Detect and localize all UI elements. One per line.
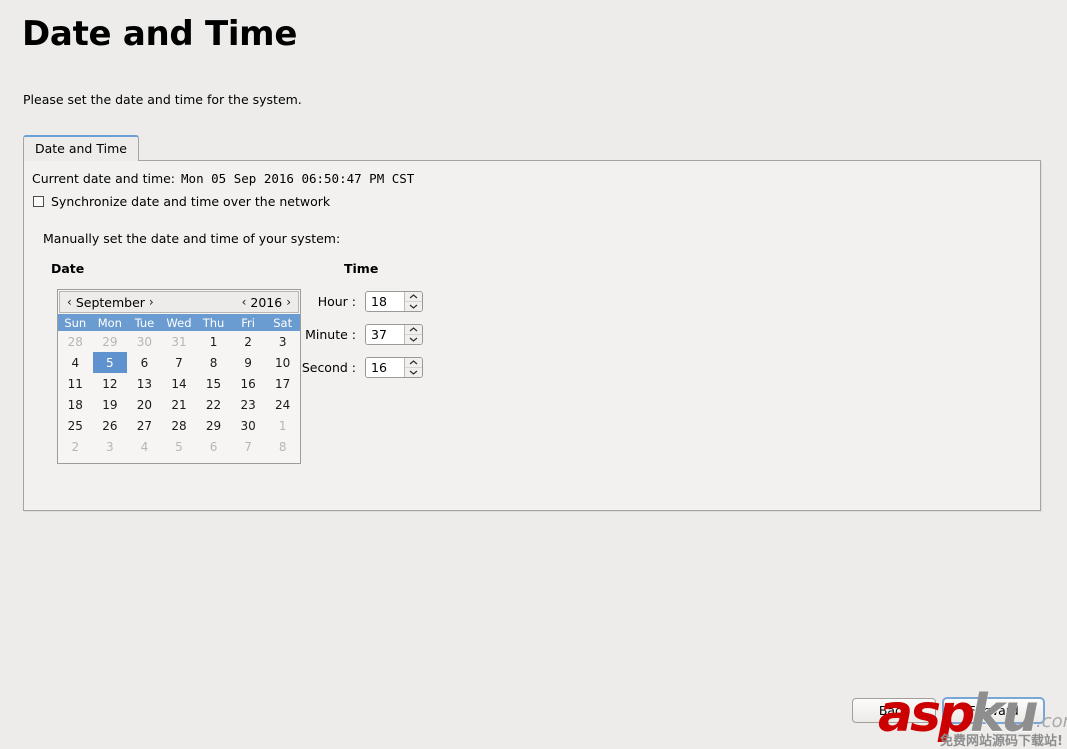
minute-value[interactable]: 37 <box>366 325 404 344</box>
calendar-week-row: 25 26 27 28 29 30 1 <box>58 415 300 436</box>
second-increment-icon[interactable] <box>405 358 422 368</box>
calendar-day[interactable]: 27 <box>127 415 162 436</box>
current-datetime-row: Current date and time: Mon 05 Sep 2016 06… <box>32 171 414 186</box>
manual-set-label: Manually set the date and time of your s… <box>43 231 341 246</box>
second-decrement-icon[interactable] <box>405 368 422 377</box>
calendar-day[interactable]: 21 <box>162 394 197 415</box>
calendar-day[interactable]: 28 <box>58 331 93 352</box>
date-section-title: Date <box>51 261 85 276</box>
calendar-day[interactable]: 2 <box>58 436 93 457</box>
chevron-up-icon <box>409 327 418 332</box>
tab-strip: Date and Time <box>23 135 1041 162</box>
calendar-day[interactable]: 12 <box>93 373 128 394</box>
hour-value[interactable]: 18 <box>366 292 404 311</box>
calendar-weekday-sun: Sun <box>58 314 93 331</box>
calendar-weekday-tue: Tue <box>127 314 162 331</box>
hour-increment-icon[interactable] <box>405 292 422 302</box>
sync-network-row[interactable]: Synchronize date and time over the netwo… <box>33 194 330 209</box>
calendar-week-row: 18 19 20 21 22 23 24 <box>58 394 300 415</box>
chevron-down-icon <box>409 304 418 309</box>
calendar-day[interactable]: 3 <box>93 436 128 457</box>
calendar-day[interactable]: 18 <box>58 394 93 415</box>
calendar-day[interactable]: 29 <box>93 331 128 352</box>
back-button[interactable]: Back <box>852 698 936 723</box>
forward-button[interactable]: Forward <box>942 697 1045 724</box>
second-value[interactable]: 16 <box>366 358 404 377</box>
calendar-day-selected[interactable]: 5 <box>92 352 128 373</box>
current-datetime-value: Mon 05 Sep 2016 06:50:47 PM CST <box>181 171 415 186</box>
calendar-day[interactable]: 19 <box>93 394 128 415</box>
second-row: Second : 16 <box>224 357 423 378</box>
calendar-day[interactable]: 26 <box>93 415 128 436</box>
calendar-day[interactable]: 8 <box>265 436 300 457</box>
calendar-weekday-wed: Wed <box>161 314 197 331</box>
calendar-day[interactable]: 31 <box>162 331 197 352</box>
calendar-day[interactable]: 25 <box>58 415 93 436</box>
second-stepper-buttons[interactable] <box>404 358 422 377</box>
calendar-day[interactable]: 5 <box>162 436 197 457</box>
calendar-day[interactable]: 11 <box>58 373 93 394</box>
calendar-day[interactable]: 24 <box>265 394 300 415</box>
sync-network-label: Synchronize date and time over the netwo… <box>51 194 331 209</box>
hour-label: Hour : <box>317 294 356 309</box>
date-and-time-panel: Current date and time: Mon 05 Sep 2016 06… <box>23 161 1041 511</box>
calendar-day[interactable]: 6 <box>127 352 162 373</box>
minute-increment-icon[interactable] <box>405 325 422 335</box>
calendar-day[interactable]: 7 <box>231 436 266 457</box>
calendar-day[interactable]: 4 <box>58 352 93 373</box>
calendar-day[interactable]: 4 <box>127 436 162 457</box>
minute-stepper[interactable]: 37 <box>365 324 423 345</box>
time-section-title: Time <box>344 261 379 276</box>
calendar-body: 28 29 30 31 1 2 3 4 5 6 7 8 9 10 11 12 13 14 15 16 17 18 19 20 2… <box>58 331 300 457</box>
watermark-subtitle: 免费网站源码下载站! <box>940 734 1063 749</box>
minute-label: Minute : <box>305 327 356 342</box>
calendar-day[interactable]: 28 <box>162 415 197 436</box>
current-datetime-label: Current date and time: <box>32 171 176 186</box>
calendar-day[interactable]: 14 <box>162 373 197 394</box>
hour-decrement-icon[interactable] <box>405 302 422 311</box>
sync-network-checkbox[interactable] <box>33 196 44 207</box>
second-stepper[interactable]: 16 <box>365 357 423 378</box>
hour-row: Hour : 18 <box>224 291 423 312</box>
calendar-day[interactable]: 20 <box>127 394 162 415</box>
second-label: Second : <box>301 360 356 375</box>
page-title: Date and Time <box>22 14 298 54</box>
chevron-down-icon <box>409 337 418 342</box>
calendar-day[interactable]: 30 <box>127 331 162 352</box>
calendar-day[interactable]: 30 <box>231 415 266 436</box>
tab-date-and-time[interactable]: Date and Time <box>23 135 139 161</box>
calendar-day[interactable]: 6 <box>196 436 231 457</box>
calendar-bottom-padding <box>58 457 300 463</box>
calendar-day[interactable]: 1 <box>265 415 300 436</box>
calendar-month-label: September <box>75 294 145 310</box>
chevron-up-icon <box>409 294 418 299</box>
chevron-down-icon <box>409 370 418 375</box>
calendar-day[interactable]: 7 <box>162 352 197 373</box>
calendar-week-row: 2345678 <box>58 436 300 457</box>
next-month-icon[interactable]: › <box>148 296 155 308</box>
calendar-day[interactable]: 22 <box>196 394 231 415</box>
minute-stepper-buttons[interactable] <box>404 325 422 344</box>
minute-decrement-icon[interactable] <box>405 335 422 344</box>
calendar-weekday-mon: Mon <box>92 314 128 331</box>
hour-stepper-buttons[interactable] <box>404 292 422 311</box>
chevron-up-icon <box>409 360 418 365</box>
page-subtitle: Please set the date and time for the sys… <box>23 92 302 107</box>
calendar-day[interactable]: 29 <box>196 415 231 436</box>
calendar-day[interactable]: 23 <box>231 394 266 415</box>
calendar-day[interactable]: 13 <box>127 373 162 394</box>
hour-stepper[interactable]: 18 <box>365 291 423 312</box>
prev-month-icon[interactable]: ‹ <box>66 296 73 308</box>
month-navigator[interactable]: ‹ September › <box>66 295 155 310</box>
minute-row: Minute : 37 <box>224 324 423 345</box>
